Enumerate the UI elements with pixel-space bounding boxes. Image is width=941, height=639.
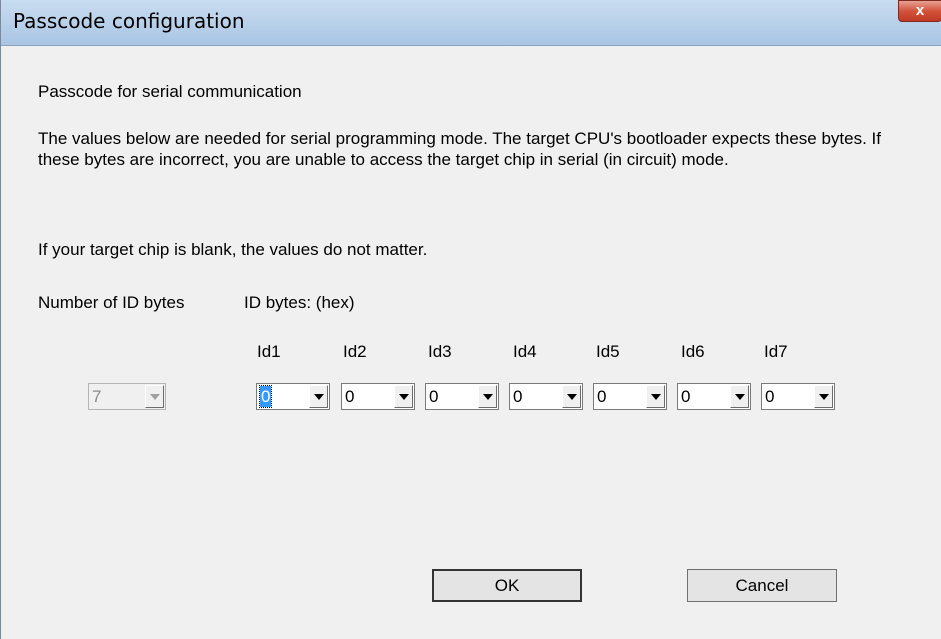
ok-button[interactable]: OK: [432, 569, 582, 602]
note-text: If your target chip is blank, the values…: [38, 240, 428, 259]
chevron-down-icon: [819, 394, 829, 400]
id5-select[interactable]: 0: [593, 383, 667, 410]
id6-dropdown-button[interactable]: [730, 385, 749, 408]
title-bar: Passcode configuration x: [1, 0, 941, 46]
id1-label: Id1: [257, 342, 281, 361]
id1-dropdown-button[interactable]: [309, 385, 328, 408]
id4-select[interactable]: 0: [509, 383, 583, 410]
description-text: The values below are needed for serial p…: [38, 129, 881, 169]
id6-value: 0: [681, 387, 691, 406]
id3-label: Id3: [428, 342, 452, 361]
id4-value: 0: [513, 387, 523, 406]
chevron-down-icon: [399, 394, 409, 400]
close-button[interactable]: x: [898, 0, 941, 22]
id5-value: 0: [597, 387, 607, 406]
id1-select[interactable]: 0: [256, 383, 330, 410]
id2-label: Id2: [343, 342, 367, 361]
chevron-down-icon: [735, 394, 745, 400]
id5-label: Id5: [596, 342, 620, 361]
chevron-down-icon: [483, 394, 493, 400]
id6-select[interactable]: 0: [677, 383, 751, 410]
id2-select[interactable]: 0: [341, 383, 415, 410]
close-icon: x: [915, 2, 925, 19]
num-bytes-dropdown-button[interactable]: [145, 385, 164, 408]
id1-value: 0: [258, 385, 273, 408]
id6-label: Id6: [681, 342, 705, 361]
id3-select[interactable]: 0: [425, 383, 499, 410]
cancel-button[interactable]: Cancel: [687, 569, 837, 602]
id2-dropdown-button[interactable]: [394, 385, 413, 408]
passcode-dialog: Passcode configuration x Passcode for se…: [0, 0, 941, 639]
chevron-down-icon: [651, 394, 661, 400]
id5-dropdown-button[interactable]: [646, 385, 665, 408]
id-bytes-label: ID bytes: (hex): [244, 293, 355, 312]
dialog-title: Passcode configuration: [13, 9, 245, 33]
num-bytes-label: Number of ID bytes: [38, 293, 185, 312]
id7-value: 0: [765, 387, 775, 406]
id7-label: Id7: [764, 342, 788, 361]
id4-dropdown-button[interactable]: [562, 385, 581, 408]
chevron-down-icon: [150, 394, 160, 400]
num-bytes-select[interactable]: 7: [88, 383, 166, 410]
id3-value: 0: [429, 387, 439, 406]
num-bytes-value: 7: [92, 387, 102, 406]
id4-label: Id4: [513, 342, 537, 361]
id7-select[interactable]: 0: [761, 383, 835, 410]
chevron-down-icon: [567, 394, 577, 400]
id2-value: 0: [345, 387, 355, 406]
heading-label: Passcode for serial communication: [38, 82, 302, 101]
chevron-down-icon: [314, 394, 324, 400]
id7-dropdown-button[interactable]: [814, 385, 833, 408]
id3-dropdown-button[interactable]: [478, 385, 497, 408]
